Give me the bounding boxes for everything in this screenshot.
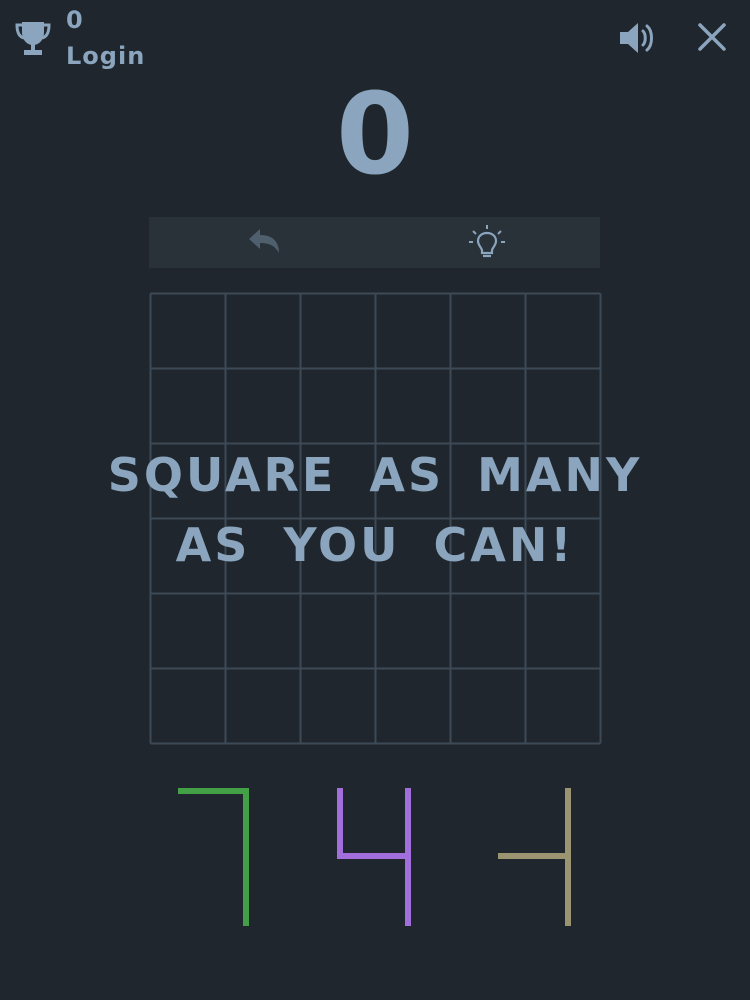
olive-piece[interactable] [498, 788, 574, 932]
trophy-icon[interactable] [14, 18, 52, 58]
lightbulb-icon[interactable] [467, 223, 507, 263]
login-link[interactable]: Login [66, 42, 145, 70]
instruction-message: SQUARE AS MANY AS YOU CAN! [107, 448, 643, 572]
close-icon[interactable] [695, 20, 729, 54]
green-piece[interactable] [176, 788, 252, 932]
speaker-icon[interactable] [618, 20, 656, 56]
action-toolbar [149, 217, 600, 268]
undo-icon[interactable] [245, 225, 285, 261]
best-score: 0 [66, 6, 84, 34]
purple-piece[interactable] [336, 788, 416, 932]
current-score: 0 [336, 70, 414, 200]
